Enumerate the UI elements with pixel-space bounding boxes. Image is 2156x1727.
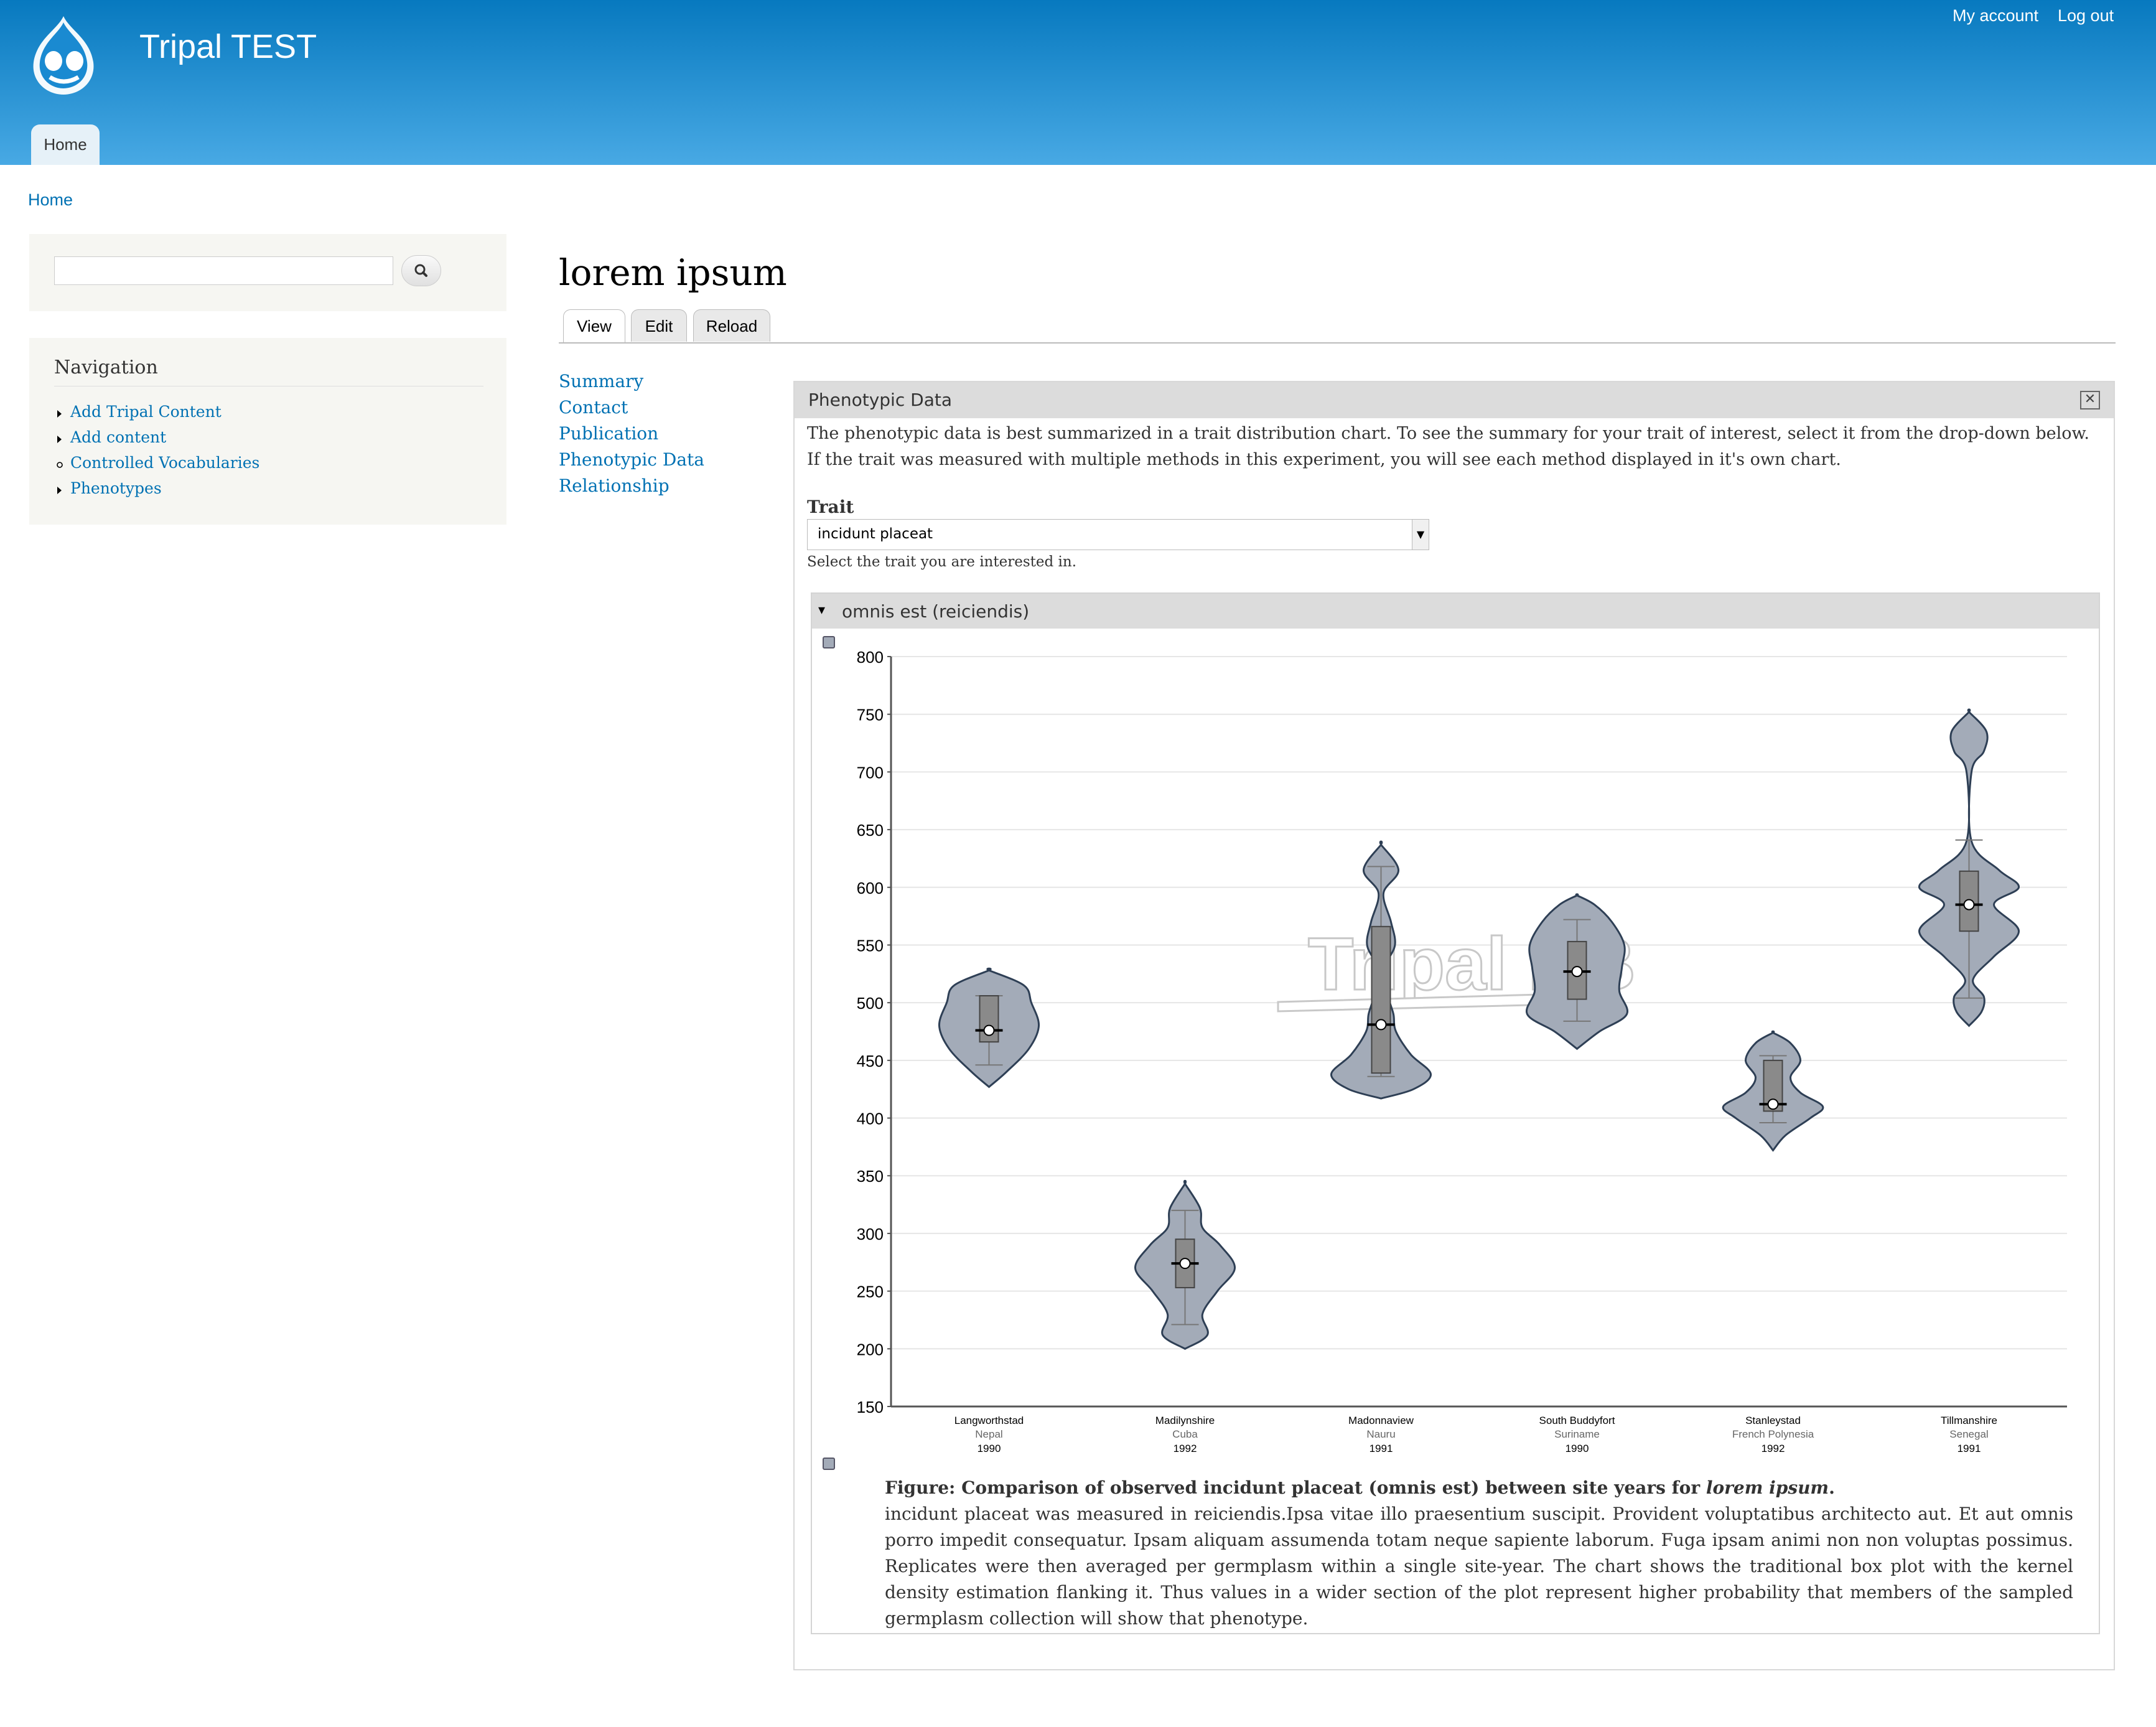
chart-axes bbox=[887, 656, 2067, 1408]
x-label-year: 1991 bbox=[1370, 1443, 1393, 1454]
y-tick-label: 550 bbox=[857, 936, 884, 955]
violin-stanleystad bbox=[1722, 1030, 1824, 1152]
figure-caption-title: Figure: Comparison of observed incidunt … bbox=[885, 1477, 1835, 1498]
toc-phenotypic-data-link[interactable]: Phenotypic Data bbox=[559, 449, 704, 470]
x-label-year: 1991 bbox=[1958, 1443, 1981, 1454]
toc-publication-link[interactable]: Publication bbox=[559, 423, 658, 444]
x-label-site: Madonnaview bbox=[1348, 1415, 1414, 1426]
y-tick-label: 250 bbox=[857, 1283, 884, 1301]
figure-caption: Figure: Comparison of observed incidunt … bbox=[885, 1475, 2073, 1632]
trait-distribution-chart: Tripal DB 150200250300350400450500550600… bbox=[857, 648, 2067, 1454]
x-label-country: Senegal bbox=[1949, 1428, 1988, 1440]
x-label-year: 1990 bbox=[978, 1443, 1001, 1454]
x-label-country: French Polynesia bbox=[1732, 1428, 1814, 1440]
tab-edit[interactable]: Edit bbox=[631, 309, 687, 342]
x-tick-labels: Langworthstad Nepal 1990 Madilynshire Cuba 19… bbox=[954, 1415, 1997, 1454]
x-label-site: South Buddyfort bbox=[1539, 1415, 1615, 1426]
y-tick-label: 500 bbox=[857, 994, 884, 1013]
fieldset-header[interactable]: ▾ omnis est (reiciendis) bbox=[812, 594, 2099, 629]
main-menu-home-tab[interactable]: Home bbox=[31, 124, 100, 165]
y-tick-label: 350 bbox=[857, 1167, 884, 1186]
sidebar-item-controlled-vocabularies[interactable]: Controlled Vocabularies bbox=[70, 454, 259, 472]
x-label-country: Nauru bbox=[1366, 1428, 1395, 1440]
pane-header: Phenotypic Data ✕ bbox=[795, 382, 2114, 418]
tab-reload[interactable]: Reload bbox=[693, 309, 770, 342]
x-label-year: 1990 bbox=[1566, 1443, 1589, 1454]
pane-title: Phenotypic Data bbox=[808, 390, 952, 410]
triangle-right-icon bbox=[57, 436, 62, 443]
trait-selected-value: incidunt placeat bbox=[818, 526, 933, 542]
violin-langworthstad bbox=[938, 967, 1040, 1088]
collapse-triangle-icon[interactable]: ▾ bbox=[818, 602, 825, 618]
drupal-logo-icon[interactable] bbox=[25, 14, 102, 97]
mean-marker bbox=[1375, 1019, 1387, 1031]
y-tick-label: 700 bbox=[857, 763, 884, 782]
x-label-site: Langworthstad bbox=[954, 1415, 1024, 1426]
violin-south-buddyfort bbox=[1525, 893, 1629, 1051]
x-label-year: 1992 bbox=[1174, 1443, 1197, 1454]
y-tick-label: 650 bbox=[857, 821, 884, 840]
search-button[interactable] bbox=[401, 255, 441, 286]
triangle-right-icon bbox=[57, 487, 62, 494]
search-input[interactable] bbox=[54, 256, 393, 285]
sidebar-item-add-tripal-content[interactable]: Add Tripal Content bbox=[70, 403, 222, 421]
violin-madilynshire bbox=[1134, 1179, 1236, 1350]
y-tick-label: 400 bbox=[857, 1110, 884, 1128]
y-tick-label: 200 bbox=[857, 1340, 884, 1359]
y-tick-label: 150 bbox=[857, 1398, 884, 1416]
legend-toggle-icon[interactable] bbox=[823, 636, 835, 648]
violin-tillmanshire bbox=[1918, 708, 2020, 1027]
toc-summary-link[interactable]: Summary bbox=[559, 371, 643, 391]
tabs-divider bbox=[559, 342, 2116, 344]
log-out-link[interactable]: Log out bbox=[2058, 6, 2114, 26]
circle-bullet-icon bbox=[57, 462, 63, 468]
y-tick-label: 300 bbox=[857, 1225, 884, 1243]
mean-marker bbox=[1767, 1098, 1779, 1110]
chevron-down-icon[interactable]: ▼ bbox=[1412, 520, 1429, 550]
sidebar-item-phenotypes[interactable]: Phenotypes bbox=[70, 479, 162, 497]
toc-relationship-link[interactable]: Relationship bbox=[559, 475, 670, 496]
pane-intro-text: The phenotypic data is best summarized i… bbox=[807, 424, 2090, 469]
y-tick-labels: 150 200 250 300 350 400 450 500 550 600 650 700 750 8… bbox=[857, 648, 884, 1416]
mean-marker bbox=[1179, 1258, 1191, 1270]
x-label-country: Nepal bbox=[975, 1428, 1002, 1440]
breadcrumb-home-link[interactable]: Home bbox=[28, 190, 73, 210]
x-label-site: Stanleystad bbox=[1745, 1415, 1801, 1426]
my-account-link[interactable]: My account bbox=[1953, 6, 2038, 26]
x-label-site: Madilynshire bbox=[1155, 1415, 1215, 1426]
triangle-right-icon bbox=[57, 410, 62, 418]
site-header: Tripal TEST My account Log out Home bbox=[0, 0, 2156, 165]
mean-marker bbox=[983, 1024, 995, 1036]
x-label-site: Tillmanshire bbox=[1941, 1415, 1997, 1426]
x-label-country: Cuba bbox=[1172, 1428, 1198, 1440]
y-tick-label: 600 bbox=[857, 879, 884, 897]
violins bbox=[938, 708, 2020, 1350]
fieldset-title: omnis est (reiciendis) bbox=[842, 601, 1030, 622]
x-label-country: Suriname bbox=[1554, 1428, 1600, 1440]
figure-caption-body: incidunt placeat was measured in reicien… bbox=[885, 1504, 2073, 1629]
toc-contact-link[interactable]: Contact bbox=[559, 397, 628, 418]
search-block bbox=[29, 234, 506, 311]
x-label-year: 1992 bbox=[1762, 1443, 1785, 1454]
site-name[interactable]: Tripal TEST bbox=[139, 27, 317, 66]
close-icon[interactable]: ✕ bbox=[2080, 391, 2100, 410]
y-tick-label: 450 bbox=[857, 1052, 884, 1070]
sidebar-item-add-content[interactable]: Add content bbox=[70, 428, 166, 446]
navigation-title: Navigation bbox=[54, 357, 158, 378]
trait-help-text: Select the trait you are interested in. bbox=[807, 554, 1077, 570]
y-tick-label: 750 bbox=[857, 706, 884, 724]
legend-toggle-icon[interactable] bbox=[823, 1458, 835, 1470]
tab-view[interactable]: View bbox=[563, 309, 625, 343]
box-iqr bbox=[1371, 925, 1391, 1074]
mean-marker bbox=[1571, 966, 1583, 978]
mean-marker bbox=[1963, 899, 1975, 910]
search-icon bbox=[414, 264, 427, 277]
y-tick-label: 800 bbox=[857, 648, 884, 667]
page-title: lorem ipsum bbox=[559, 251, 787, 294]
trait-select[interactable]: incidunt placeat ▼ bbox=[807, 519, 1429, 550]
chart-gridlines bbox=[891, 656, 2067, 1407]
navigation-block: Navigation Add Tripal Content Add conten… bbox=[29, 338, 506, 525]
trait-label: Trait bbox=[807, 497, 854, 517]
